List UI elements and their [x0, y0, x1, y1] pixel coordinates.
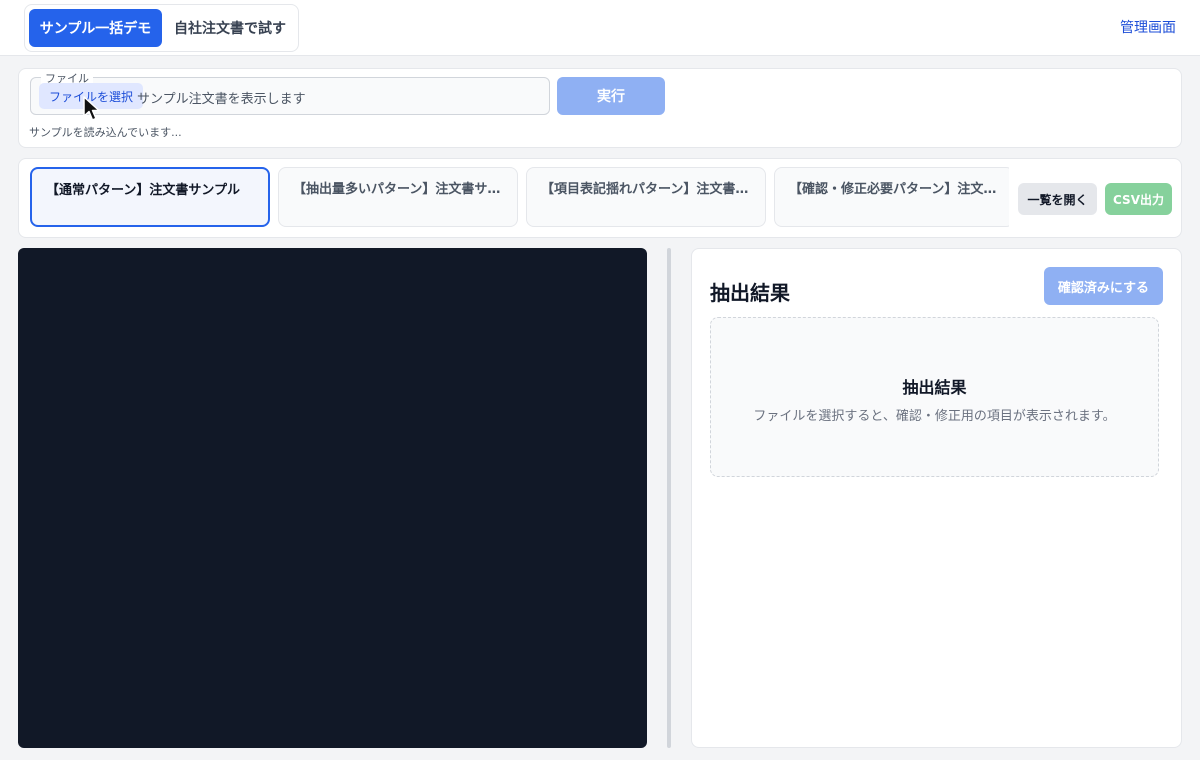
mouse-cursor-icon: [83, 96, 100, 121]
load-status: サンプルを読み込んでいます...: [29, 126, 182, 139]
open-list-button[interactable]: 一覧を開く: [1018, 183, 1097, 215]
document-preview: [18, 248, 647, 748]
empty-state-description: ファイルを選択すると、確認・修正用の項目が表示されます。: [753, 409, 1116, 424]
results-panel: 抽出結果 確認済みにする 抽出結果 ファイルを選択すると、確認・修正用の項目が表…: [691, 248, 1182, 748]
mark-confirmed-button[interactable]: 確認済みにする: [1044, 267, 1163, 305]
sample-tab-needs-review[interactable]: 【確認・修正必要パターン】注文書サンプル: [774, 167, 1009, 227]
file-name: サンプル注文書を表示します: [137, 92, 306, 107]
results-title: 抽出結果: [710, 281, 790, 305]
file-input[interactable]: ファイル ファイルを選択 サンプル注文書を表示します: [30, 70, 550, 115]
empty-state-title: 抽出結果: [902, 378, 967, 397]
sample-demo-mode-button[interactable]: サンプル一括デモ: [29, 9, 162, 47]
sample-tabs-panel: 【通常パターン】注文書サンプル 【抽出量多いパターン】注文書サンプル 【項目表記…: [18, 158, 1182, 238]
sample-tabs-scroller: 【通常パターン】注文書サンプル 【抽出量多いパターン】注文書サンプル 【項目表記…: [19, 159, 1009, 237]
sample-tab-normal[interactable]: 【通常パターン】注文書サンプル: [30, 167, 270, 227]
results-empty-state: 抽出結果 ファイルを選択すると、確認・修正用の項目が表示されます。: [710, 317, 1159, 477]
mode-switch: サンプル一括デモ 自社注文書で試す: [24, 4, 299, 52]
file-panel: ファイル ファイルを選択 サンプル注文書を表示します 実行 サンプルを読み込んで…: [18, 68, 1182, 148]
sample-tab-notation-variance[interactable]: 【項目表記揺れパターン】注文書サンプル: [526, 167, 766, 227]
top-bar: サンプル一括デモ 自社注文書で試す 管理画面: [0, 0, 1200, 56]
own-document-mode-button[interactable]: 自社注文書で試す: [165, 9, 295, 47]
run-button[interactable]: 実行: [557, 77, 665, 115]
csv-export-button[interactable]: CSV出力: [1105, 183, 1172, 215]
sample-tab-large-volume[interactable]: 【抽出量多いパターン】注文書サンプル: [278, 167, 518, 227]
panel-splitter[interactable]: [667, 248, 671, 748]
admin-link[interactable]: 管理画面: [1120, 17, 1176, 37]
